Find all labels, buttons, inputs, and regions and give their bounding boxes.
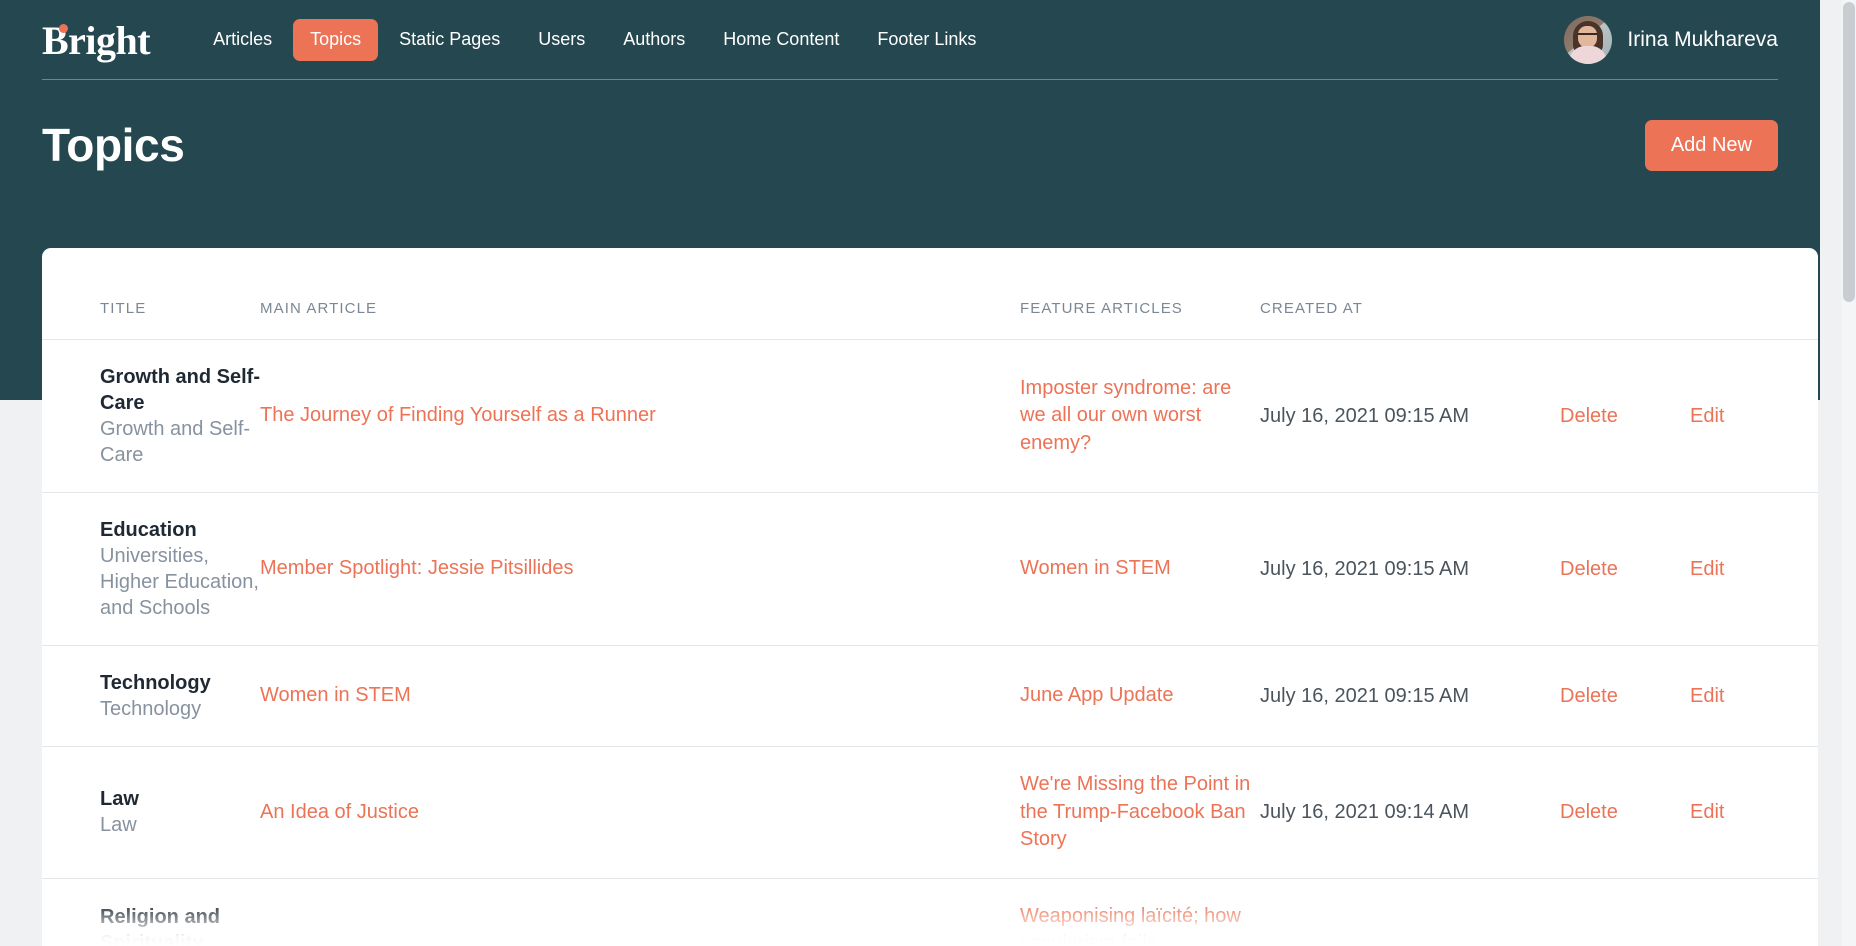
created-at-text: July 16, 2021 09:14 AM — [1260, 800, 1470, 823]
cell-delete: Delete — [1560, 492, 1690, 646]
topics-table: TITLE MAIN ARTICLE FEATURE ARTICLES CREA… — [42, 248, 1818, 946]
main-article-link[interactable]: The Journey of Finding Yourself as a Run… — [260, 402, 656, 430]
page-header: Topics Add New — [42, 110, 1778, 180]
topics-table-card: TITLE MAIN ARTICLE FEATURE ARTICLES CREA… — [42, 248, 1818, 946]
cell-main-article: Women in STEM — [260, 645, 1020, 747]
cell-title: Education Universities, Higher Education… — [42, 492, 260, 646]
column-header-created-at: CREATED AT — [1260, 248, 1560, 340]
main-article-link[interactable]: Women in STEM — [260, 682, 411, 710]
table-row: Technology Technology Women in STEM June… — [42, 645, 1818, 747]
nav-item-topics[interactable]: Topics — [293, 19, 379, 61]
cell-edit: Edit — [1690, 492, 1818, 646]
cell-main-article: An Idea of Justice — [260, 746, 1020, 879]
cell-delete: Delete — [1560, 339, 1690, 493]
nav-item-home-content[interactable]: Home Content — [706, 19, 856, 61]
table-head: TITLE MAIN ARTICLE FEATURE ARTICLES CREA… — [42, 248, 1818, 340]
cell-title: Technology Technology — [42, 645, 260, 747]
cell-delete: Delete — [1560, 746, 1690, 879]
topic-title: Religion and Spirituality — [100, 906, 220, 946]
delete-button[interactable]: Delete — [1560, 558, 1618, 580]
column-header-main-article: MAIN ARTICLE — [260, 248, 1020, 340]
topic-title: Growth and Self-Care — [100, 366, 260, 414]
user-name: Irina Mukhareva — [1627, 28, 1778, 51]
created-at-text: July 16, 2021 09:15 AM — [1260, 684, 1470, 707]
table-row: Education Universities, Higher Education… — [42, 492, 1818, 646]
table-header-row: TITLE MAIN ARTICLE FEATURE ARTICLES CREA… — [42, 248, 1818, 340]
column-header-delete — [1560, 248, 1690, 340]
table-row: Growth and Self-Care Growth and Self-Car… — [42, 339, 1818, 493]
topic-title: Law — [100, 788, 139, 811]
edit-button[interactable]: Edit — [1690, 801, 1724, 823]
cell-feature-article: We're Missing the Point in the Trump-Fac… — [1020, 746, 1260, 879]
cell-created-at: July 16, 2021 09:15 AM — [1260, 339, 1560, 493]
topic-subtitle: Law — [100, 814, 137, 837]
edit-button[interactable]: Edit — [1690, 558, 1724, 580]
table-row: Law Law An Idea of Justice We're Missing… — [42, 746, 1818, 879]
feature-article-link[interactable]: We're Missing the Point in the Trump-Fac… — [1020, 771, 1260, 854]
topic-title: Education — [100, 519, 197, 541]
topic-subtitle: Universities, Higher Education, and Scho… — [100, 545, 259, 619]
cell-edit: Edit — [1690, 645, 1818, 747]
feature-article-link[interactable]: Imposter syndrome: are we all our own wo… — [1020, 375, 1260, 458]
cell-main-article: The Journey of Finding Yourself as a Run… — [260, 339, 1020, 493]
nav-item-users[interactable]: Users — [521, 19, 602, 61]
column-header-feature-articles: FEATURE ARTICLES — [1020, 248, 1260, 340]
main-article-link[interactable]: Member Spotlight: Jessie Pitsillides — [260, 555, 573, 583]
feature-article-link[interactable]: Women in STEM — [1020, 555, 1171, 583]
delete-button[interactable]: Delete — [1560, 405, 1618, 427]
avatar — [1564, 16, 1613, 64]
cell-edit: Edit — [1690, 746, 1818, 879]
page-title: Topics — [42, 119, 185, 171]
delete-button[interactable]: Delete — [1560, 685, 1618, 707]
nav-item-authors[interactable]: Authors — [606, 19, 702, 61]
cell-title: Growth and Self-Care Growth and Self-Car… — [42, 339, 260, 493]
cell-edit — [1690, 878, 1818, 946]
cell-title: Religion and Spirituality — [42, 878, 260, 946]
edit-button[interactable]: Edit — [1690, 685, 1724, 707]
page-background-left — [0, 400, 42, 946]
feature-article-link[interactable]: June App Update — [1020, 682, 1173, 710]
cell-created-at: July 16, 2021 09:14 AM — [1260, 746, 1560, 879]
nav-item-static-pages[interactable]: Static Pages — [382, 19, 517, 61]
cell-feature-article: June App Update — [1020, 645, 1260, 747]
main-article-link[interactable]: An Idea of Justice — [260, 799, 419, 827]
cell-title: Law Law — [42, 746, 260, 879]
cell-main-article — [260, 878, 1020, 946]
column-header-title: TITLE — [42, 248, 260, 340]
add-new-button[interactable]: Add New — [1644, 119, 1778, 171]
brand-logo-text: Bright — [42, 18, 151, 63]
nav-links: Articles Topics Static Pages Users Autho… — [196, 19, 993, 61]
brand-logo[interactable]: Bright — [42, 18, 151, 63]
topic-subtitle: Technology — [100, 698, 202, 720]
page-scrollbar-thumb[interactable] — [1843, 2, 1855, 302]
nav-item-footer-links[interactable]: Footer Links — [860, 19, 993, 61]
edit-button[interactable]: Edit — [1690, 405, 1724, 427]
created-at-text: July 16, 2021 09:15 AM — [1260, 557, 1470, 580]
nav-item-articles[interactable]: Articles — [196, 19, 289, 61]
cell-feature-article: Weaponising laïcité; how secularism fail… — [1020, 878, 1260, 946]
nav-divider — [42, 79, 1778, 80]
delete-button[interactable]: Delete — [1560, 801, 1618, 823]
created-at-text: July 16, 2021 09:15 AM — [1260, 404, 1470, 427]
cell-main-article: Member Spotlight: Jessie Pitsillides — [260, 492, 1020, 646]
column-header-edit — [1690, 248, 1818, 340]
table-body: Growth and Self-Care Growth and Self-Car… — [42, 339, 1818, 946]
logo-dot-icon — [59, 24, 68, 33]
cell-feature-article: Women in STEM — [1020, 492, 1260, 646]
cell-created-at: July 16, 2021 09:15 AM — [1260, 645, 1560, 747]
cell-created-at: July 16, 2021 09:15 AM — [1260, 492, 1560, 646]
user-menu[interactable]: Irina Mukhareva — [1564, 16, 1778, 64]
top-navigation: Bright Articles Topics Static Pages User… — [0, 0, 1820, 80]
cell-feature-article: Imposter syndrome: are we all our own wo… — [1020, 339, 1260, 493]
cell-edit: Edit — [1690, 339, 1818, 493]
table-row: Religion and Spirituality Weaponising la… — [42, 878, 1818, 946]
cell-delete — [1560, 878, 1690, 946]
cell-delete: Delete — [1560, 645, 1690, 747]
cell-created-at — [1260, 878, 1560, 946]
topic-subtitle: Growth and Self-Care — [100, 418, 251, 466]
topic-title: Technology — [100, 672, 211, 694]
feature-article-link[interactable]: Weaponising laïcité; how secularism fail… — [1020, 903, 1260, 946]
